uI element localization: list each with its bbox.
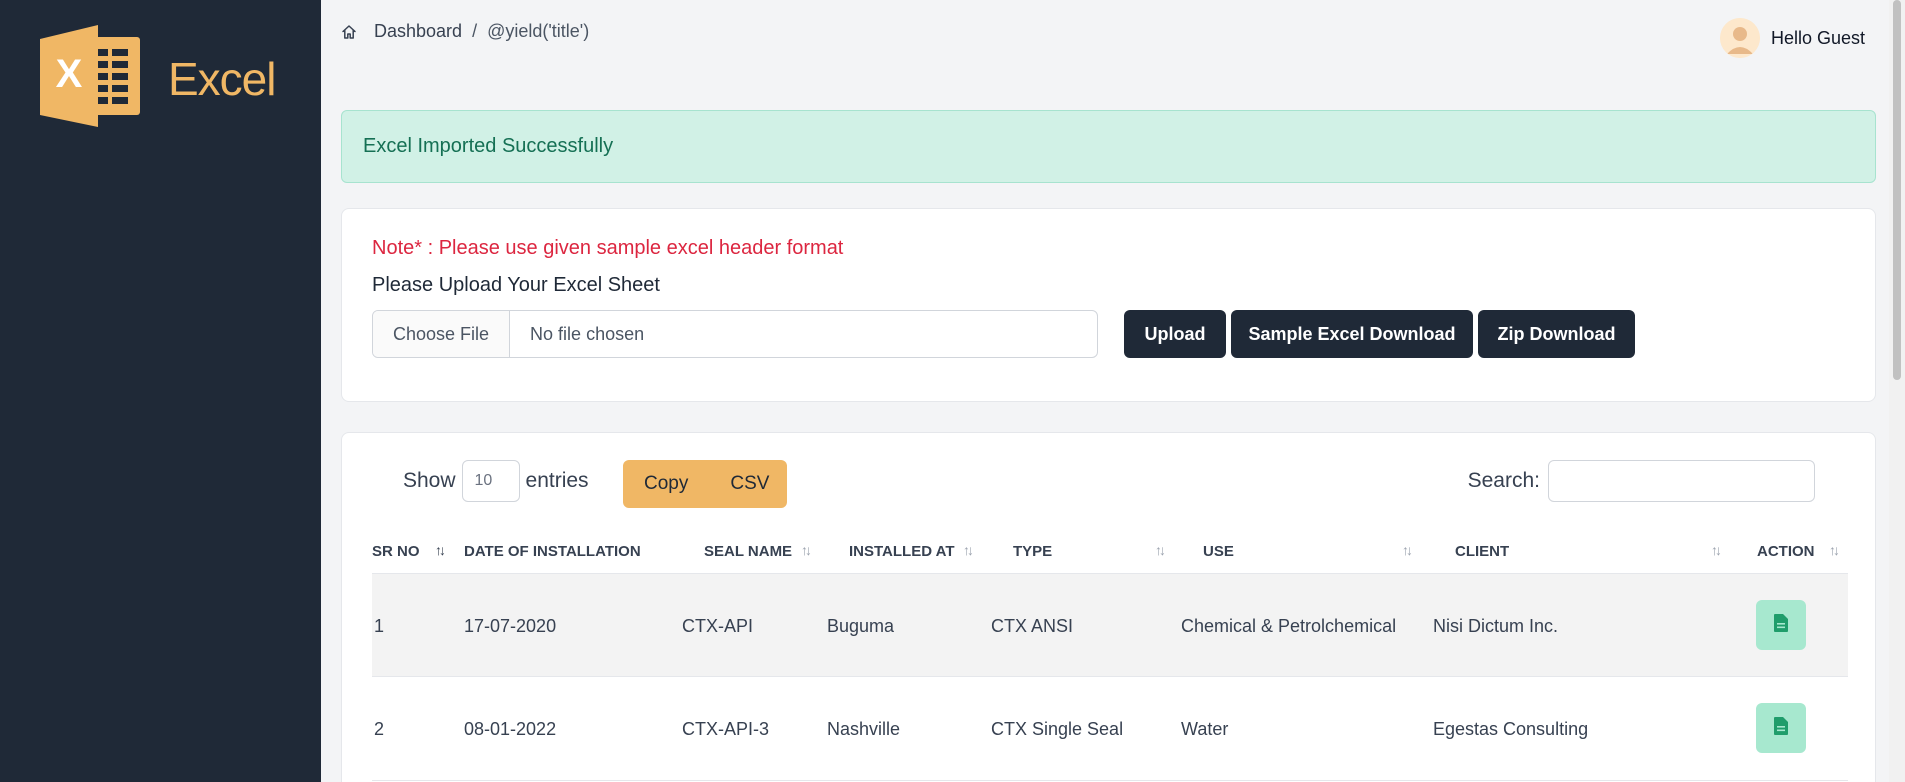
breadcrumb-dashboard-link[interactable]: Dashboard: [374, 21, 462, 42]
success-alert: Excel Imported Successfully: [341, 110, 1876, 183]
column-label: DATE OF INSTALLATION: [464, 542, 641, 560]
column-label: USE: [1203, 542, 1234, 560]
upload-label: Please Upload Your Excel Sheet: [372, 274, 660, 296]
column-header-installed-at[interactable]: INSTALLED AT ↑↓: [849, 529, 974, 573]
scrollbar-thumb[interactable]: [1893, 0, 1901, 380]
entries-input[interactable]: [461, 460, 520, 502]
table-row: 2 08-01-2022 CTX-API-3 Nashville CTX Sin…: [372, 677, 1848, 781]
cell-use: Chemical & Petrolchemical: [1181, 615, 1397, 636]
search-label: Search:: [1467, 469, 1540, 492]
zip-download-button[interactable]: Zip Download: [1478, 310, 1635, 358]
cell-seal-name: CTX-API-3: [682, 718, 770, 739]
cell-sr-no: 1: [374, 615, 385, 636]
upload-card: Note* : Please use given sample excel he…: [341, 208, 1876, 402]
sort-icon: ↑↓: [1402, 542, 1413, 558]
column-label: SEAL NAME: [704, 542, 793, 560]
column-header-client[interactable]: CLIENT ↑↓: [1455, 529, 1722, 573]
export-buttons: Copy CSV: [623, 460, 787, 508]
breadcrumb: Dashboard / @yield('title'): [341, 21, 589, 42]
column-label: INSTALLED AT: [849, 542, 955, 560]
svg-text:X: X: [56, 52, 83, 96]
sort-ascending-icon: ↑↓: [435, 542, 446, 558]
sort-icon: ↑↓: [1829, 542, 1840, 558]
home-icon[interactable]: [341, 24, 357, 40]
alert-message: Excel Imported Successfully: [363, 135, 614, 157]
file-input[interactable]: Choose File No file chosen: [372, 310, 1098, 358]
view-document-button[interactable]: [1756, 703, 1806, 753]
document-icon: [1774, 613, 1788, 637]
document-icon: [1774, 716, 1788, 740]
upload-button[interactable]: Upload: [1124, 310, 1226, 358]
choose-file-button[interactable]: Choose File: [373, 311, 511, 357]
table-search: Search:: [1468, 460, 1815, 502]
column-label: CLIENT: [1455, 542, 1510, 560]
breadcrumb-current: @yield('title'): [487, 21, 590, 41]
user-greeting: Hello Guest: [1770, 27, 1865, 48]
app-title: Excel: [168, 52, 276, 105]
entries-length-control: Show entries: [403, 460, 589, 502]
file-name-text: No file chosen: [530, 323, 645, 344]
excel-logo-icon: X: [40, 25, 140, 132]
sort-icon: ↑↓: [963, 542, 974, 558]
breadcrumb-separator: /: [472, 21, 478, 41]
table-row: 1 17-07-2020 CTX-API Buguma CTX ANSI Che…: [372, 573, 1848, 677]
sort-icon: ↑↓: [1711, 542, 1722, 558]
cell-client: Nisi Dictum Inc.: [1433, 615, 1559, 636]
column-label: ACTION: [1757, 542, 1815, 560]
cell-sr-no: 2: [374, 718, 385, 739]
format-note: Note* : Please use given sample excel he…: [372, 237, 844, 259]
cell-client: Egestas Consulting: [1433, 718, 1589, 739]
cell-type: CTX Single Seal: [991, 718, 1124, 739]
cell-seal-name: CTX-API: [682, 615, 754, 636]
cell-installed-at: Buguma: [827, 615, 895, 636]
column-header-action[interactable]: ACTION ↑↓: [1757, 529, 1840, 573]
column-label: SR NO: [372, 542, 420, 560]
column-label: TYPE: [1013, 542, 1053, 560]
app-logo[interactable]: X Excel: [40, 25, 276, 132]
sidebar: X Excel: [0, 0, 321, 782]
user-menu[interactable]: Hello Guest: [1719, 18, 1865, 58]
view-document-button[interactable]: [1756, 600, 1806, 650]
column-header-seal-name[interactable]: SEAL NAME ↑↓: [704, 529, 812, 573]
cell-installed-at: Nashville: [827, 718, 901, 739]
cell-date: 08-01-2022: [464, 718, 557, 739]
sample-excel-download-button[interactable]: Sample Excel Download: [1231, 310, 1473, 358]
column-header-sr-no[interactable]: SR NO ↑↓: [372, 529, 446, 573]
search-input[interactable]: [1548, 460, 1815, 502]
entries-label: entries: [525, 469, 589, 492]
table-card: Show entries Copy CSV Search: SR NO ↑↓ D…: [341, 432, 1876, 782]
cell-use: Water: [1181, 718, 1229, 739]
column-header-date[interactable]: DATE OF INSTALLATION: [464, 529, 641, 573]
sort-icon: ↑↓: [1155, 542, 1166, 558]
table-header: SR NO ↑↓ DATE OF INSTALLATION SEAL NAME …: [372, 529, 1848, 573]
copy-button[interactable]: Copy: [623, 473, 709, 495]
show-label: Show: [403, 469, 456, 492]
column-header-use[interactable]: USE ↑↓: [1203, 529, 1413, 573]
page-scrollbar[interactable]: [1889, 0, 1905, 782]
csv-button[interactable]: CSV: [709, 473, 790, 495]
main-content: Dashboard / @yield('title') Hello Guest …: [321, 0, 1905, 782]
avatar-icon: [1719, 18, 1760, 58]
sort-icon: ↑↓: [801, 542, 812, 558]
column-header-type[interactable]: TYPE ↑↓: [1013, 529, 1166, 573]
cell-type: CTX ANSI: [991, 615, 1074, 636]
cell-date: 17-07-2020: [464, 615, 557, 636]
